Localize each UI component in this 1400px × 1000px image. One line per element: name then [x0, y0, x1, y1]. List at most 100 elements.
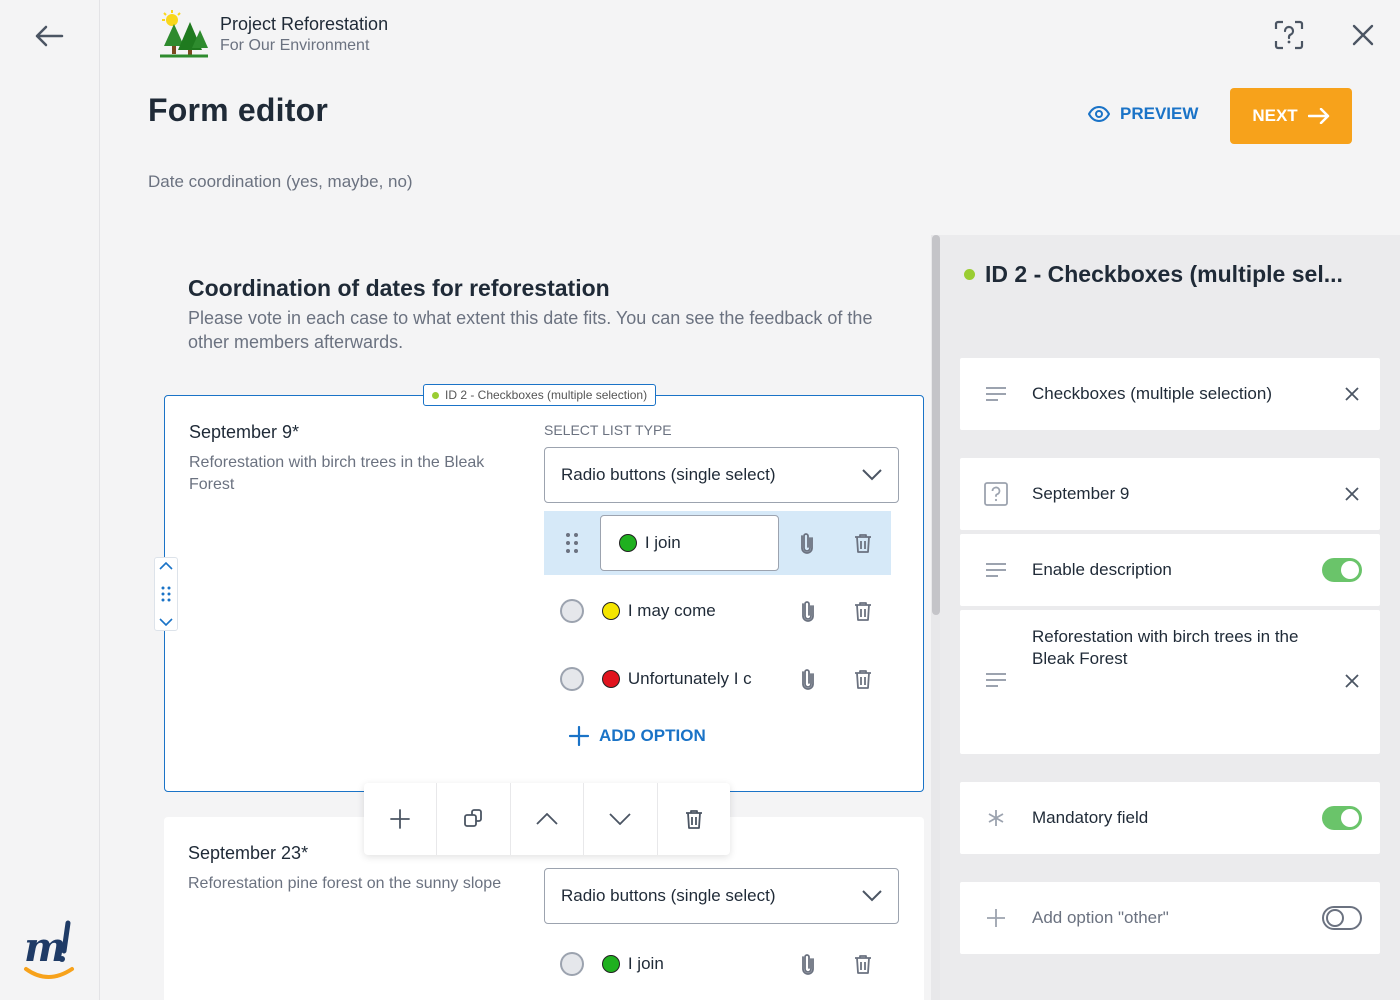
option-row[interactable]: I may come	[544, 579, 891, 643]
chevron-down-icon	[862, 890, 882, 902]
move-down-button[interactable]	[584, 783, 658, 855]
project-trees-logo	[160, 10, 208, 58]
question-description: Reforestation with birch trees in the Bl…	[189, 454, 485, 493]
add-icon	[390, 809, 411, 829]
mandatory-label: Mandatory field	[1032, 808, 1149, 827]
chevron-down-icon	[862, 469, 882, 481]
paperclip-icon	[801, 954, 814, 975]
add-other-label: Add option "other"	[1032, 908, 1169, 927]
close-icon	[1345, 387, 1359, 401]
list-type-label: SELECT LIST TYPE	[544, 422, 672, 438]
add-other-row[interactable]: Add option "other"	[960, 882, 1380, 954]
option-text[interactable]: Unfortunately I c	[600, 669, 769, 689]
svg-text:m: m	[24, 924, 66, 971]
project-name: Project Reforestation	[220, 14, 389, 34]
option-row[interactable]: I join	[544, 932, 891, 996]
delete-option-button[interactable]	[835, 601, 891, 621]
description-text-row[interactable]: Reforestation with birch trees in the Bl…	[960, 610, 1380, 754]
description-text[interactable]: Reforestation with birch trees in the Bl…	[1032, 626, 1324, 670]
add-other-toggle[interactable]	[1322, 906, 1362, 930]
attach-button[interactable]	[780, 668, 836, 690]
question-id-label: ID 2 - Checkboxes (multiple selection)	[445, 388, 648, 402]
close-icon	[1345, 674, 1359, 688]
panel-title-text: ID 2 - Checkboxes (multiple sel...	[985, 261, 1343, 287]
add-option-label: ADD OPTION	[599, 726, 706, 745]
help-scan-icon	[1274, 20, 1304, 50]
add-question-button[interactable]	[364, 783, 438, 855]
radio-button[interactable]	[560, 667, 584, 691]
clear-question-button[interactable]	[1324, 487, 1380, 501]
duplicate-question-button[interactable]	[437, 783, 511, 855]
mandatory-toggle-wrap	[1304, 806, 1380, 830]
option-label: I join	[644, 533, 681, 552]
panel-title: ID 2 - Checkboxes (multiple sel...	[964, 261, 1384, 288]
asterisk-icon	[960, 809, 1032, 827]
form-description: Please vote in each case to what extent …	[188, 308, 873, 352]
project-subtitle: For Our Environment	[220, 37, 370, 54]
mandatory-row[interactable]: Mandatory field	[960, 782, 1380, 854]
project-header: Project Reforestation For Our Environmen…	[160, 10, 388, 60]
close-button[interactable]	[1346, 18, 1380, 52]
red-dot-icon	[601, 670, 620, 688]
enable-description-row[interactable]: Enable description	[960, 534, 1380, 606]
text-lines-icon	[960, 672, 1032, 688]
attach-button[interactable]	[780, 953, 836, 975]
attach-button[interactable]	[780, 600, 836, 622]
attach-button[interactable]	[779, 532, 835, 554]
question-card-selected[interactable]: ID 2 - Checkboxes (multiple selection) S…	[164, 384, 924, 792]
question-type-label: Checkboxes (multiple selection)	[1032, 384, 1272, 403]
option-text[interactable]: I join	[600, 954, 769, 974]
question-type-row[interactable]: Checkboxes (multiple selection)	[960, 358, 1380, 430]
move-up-button[interactable]	[511, 783, 585, 855]
back-button[interactable]	[30, 20, 68, 52]
next-button[interactable]: NEXT	[1230, 88, 1352, 144]
question-toolbar	[364, 783, 730, 855]
delete-option-button[interactable]	[835, 533, 891, 553]
drag-handle-icon[interactable]	[161, 586, 171, 602]
form-canvas: Coordination of dates for reforestation …	[140, 235, 940, 1000]
list-type-value: Radio buttons (single select)	[561, 886, 776, 905]
option-row[interactable]: I join	[544, 511, 891, 575]
preview-button[interactable]: PREVIEW	[1088, 104, 1198, 124]
paperclip-icon	[801, 669, 814, 690]
option-label: I may come	[627, 601, 716, 620]
delete-option-button[interactable]	[835, 669, 891, 689]
list-type-select[interactable]: Radio buttons (single select)	[544, 868, 899, 924]
list-type-value: Radio buttons (single select)	[561, 465, 776, 484]
arrow-left-icon	[35, 25, 64, 47]
clear-description-button[interactable]	[1324, 674, 1380, 688]
list-type-select[interactable]: Radio buttons (single select)	[544, 447, 899, 503]
drag-handle-icon[interactable]	[544, 532, 600, 554]
enable-description-toggle[interactable]	[1322, 558, 1362, 582]
form-header: Coordination of dates for reforestation …	[188, 275, 918, 354]
trash-icon	[855, 602, 872, 621]
option-text[interactable]: I may come	[600, 601, 769, 621]
delete-option-button[interactable]	[835, 954, 891, 974]
move-down-icon	[609, 813, 632, 825]
question-text-row[interactable]: September 9	[960, 458, 1380, 530]
status-dot	[432, 391, 439, 399]
chevron-down-icon[interactable]	[159, 618, 173, 626]
next-label: NEXT	[1252, 106, 1298, 125]
top-actions	[1272, 18, 1380, 52]
green-dot-icon	[618, 534, 637, 552]
text-lines-icon	[960, 386, 1032, 402]
scrollbar-thumb[interactable]	[932, 235, 940, 615]
delete-question-button[interactable]	[658, 783, 730, 855]
option-row[interactable]: Unfortunately I c	[544, 647, 891, 711]
enable-description-label: Enable description	[1032, 560, 1172, 579]
chevron-up-icon[interactable]	[159, 562, 173, 570]
radio-button[interactable]	[560, 952, 584, 976]
add-option-button[interactable]: ADD OPTION	[569, 726, 706, 746]
text-lines-icon	[960, 562, 1032, 578]
option-input[interactable]: I join	[599, 515, 780, 571]
main-area: Project Reforestation For Our Environmen…	[100, 0, 1400, 1000]
help-button[interactable]	[1272, 18, 1306, 52]
mandatory-toggle[interactable]	[1322, 806, 1362, 830]
trash-icon	[855, 955, 872, 974]
left-rail: m	[0, 0, 100, 1000]
option-label: I join	[627, 954, 664, 973]
clear-type-button[interactable]	[1324, 387, 1380, 401]
radio-button[interactable]	[560, 599, 584, 623]
question-move-control[interactable]	[154, 557, 178, 631]
